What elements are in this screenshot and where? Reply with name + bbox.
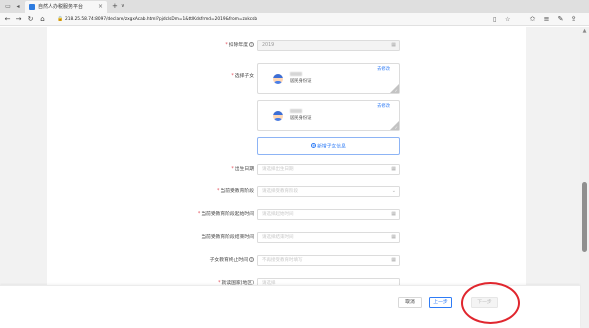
address-bar[interactable]: 🔒 218.25.58.74:8097/declare/zxgxAcab.htm…	[54, 15, 520, 24]
child-edit-link[interactable]: 去修改	[377, 67, 390, 73]
calendar-icon: ▦	[391, 166, 396, 172]
education-stage-select[interactable]: 请选择受教育阶段 ⌄	[257, 186, 400, 197]
child-edit-link[interactable]: 去修改	[377, 104, 390, 110]
child-id-type: 居民身份证	[290, 116, 312, 121]
birth-date-input[interactable]: 请选择出生日期 ▦	[257, 164, 400, 175]
reading-list-icon[interactable]: ≡	[542, 15, 551, 24]
favorite-star-icon[interactable]: ☆	[505, 15, 510, 24]
cancel-button[interactable]: 取消	[398, 297, 422, 308]
education-end-input[interactable]: 请选择结束时间 ▦	[257, 232, 400, 243]
child-avatar	[273, 74, 283, 84]
highlight-circle-annotation	[461, 282, 520, 324]
add-child-button[interactable]: + 新增子女信息	[257, 137, 400, 155]
calendar-icon: ▦	[391, 234, 396, 240]
refresh-icon[interactable]: ↻	[26, 15, 35, 24]
browser-tab-bar: ▭ ◂ 自然人办税服务平台 × + ∨	[0, 0, 589, 13]
help-icon[interactable]: ?	[249, 256, 254, 262]
share-icon[interactable]: ⇪	[569, 15, 578, 24]
child-name-blurred	[290, 109, 302, 113]
education-termination-label: 子女教育终止时间?	[209, 256, 254, 263]
check-icon: ✓	[394, 88, 398, 93]
forward-arrow-icon[interactable]: →	[14, 15, 23, 24]
browser-nav-bar: ← → ↻ ⌂ 🔒 218.25.58.74:8097/declare/zxgx…	[0, 13, 589, 26]
select-child-label: *选择子女	[231, 74, 254, 79]
plus-circle-icon: +	[311, 143, 317, 148]
browser-tab-active[interactable]: 自然人办税服务平台 ×	[25, 1, 107, 13]
back-arrow-icon[interactable]: ←	[3, 15, 12, 24]
child-name-blurred	[290, 72, 302, 76]
tab-preview-icon[interactable]: ◂	[14, 3, 22, 10]
chevron-down-icon: ⌄	[391, 188, 396, 194]
help-icon[interactable]: ?	[249, 41, 254, 47]
child-avatar	[273, 111, 283, 121]
lock-icon: 🔒	[57, 16, 64, 22]
vertical-scrollbar[interactable]: ▲	[580, 27, 589, 328]
deduction-year-field: 2019 ▦	[257, 40, 400, 51]
new-tab-button[interactable]: +	[112, 2, 118, 11]
tab-list-chevron-icon[interactable]: ∨	[121, 2, 125, 11]
url-text[interactable]: 218.25.58.74:8097/declare/zxgxAcab.html?…	[65, 15, 257, 24]
education-stage-label: *当前受教育阶段	[217, 189, 254, 194]
child-card[interactable]: 居民身份证 去修改 ✓	[257, 63, 400, 94]
calendar-icon: ▦	[391, 42, 396, 48]
reading-view-icon[interactable]: ▯	[493, 15, 496, 24]
tab-title: 自然人办税服务平台	[38, 4, 84, 10]
scroll-up-arrow-icon[interactable]: ▲	[580, 27, 589, 35]
home-icon[interactable]: ⌂	[38, 15, 47, 24]
previous-step-button[interactable]: 上一步	[429, 297, 452, 308]
pen-note-icon[interactable]: ✎	[556, 15, 565, 24]
window-menu-icon[interactable]: ▭	[4, 3, 12, 10]
education-start-label: *当前受教育阶段起始时间	[197, 212, 254, 217]
child-id-type: 居民身份证	[290, 79, 312, 84]
tab-close-icon[interactable]: ×	[98, 2, 103, 11]
favorites-hub-icon[interactable]: ✩	[528, 15, 537, 24]
education-termination-input[interactable]: 不再接受教育时填写 ▦	[257, 255, 400, 266]
deduction-year-label: *扣除年度?	[225, 41, 254, 48]
scrollbar-thumb[interactable]	[582, 182, 587, 252]
calendar-icon: ▦	[391, 257, 396, 263]
calendar-icon: ▦	[391, 211, 396, 217]
education-end-label: 当前受教育阶段结束时间	[201, 235, 254, 240]
birth-date-label: *出生日期	[231, 167, 254, 172]
check-icon: ✓	[394, 125, 398, 130]
child-card[interactable]: 居民身份证 去修改 ✓	[257, 100, 400, 131]
site-favicon-icon	[29, 4, 35, 10]
education-start-input[interactable]: 请选择起始时间 ▦	[257, 209, 400, 220]
